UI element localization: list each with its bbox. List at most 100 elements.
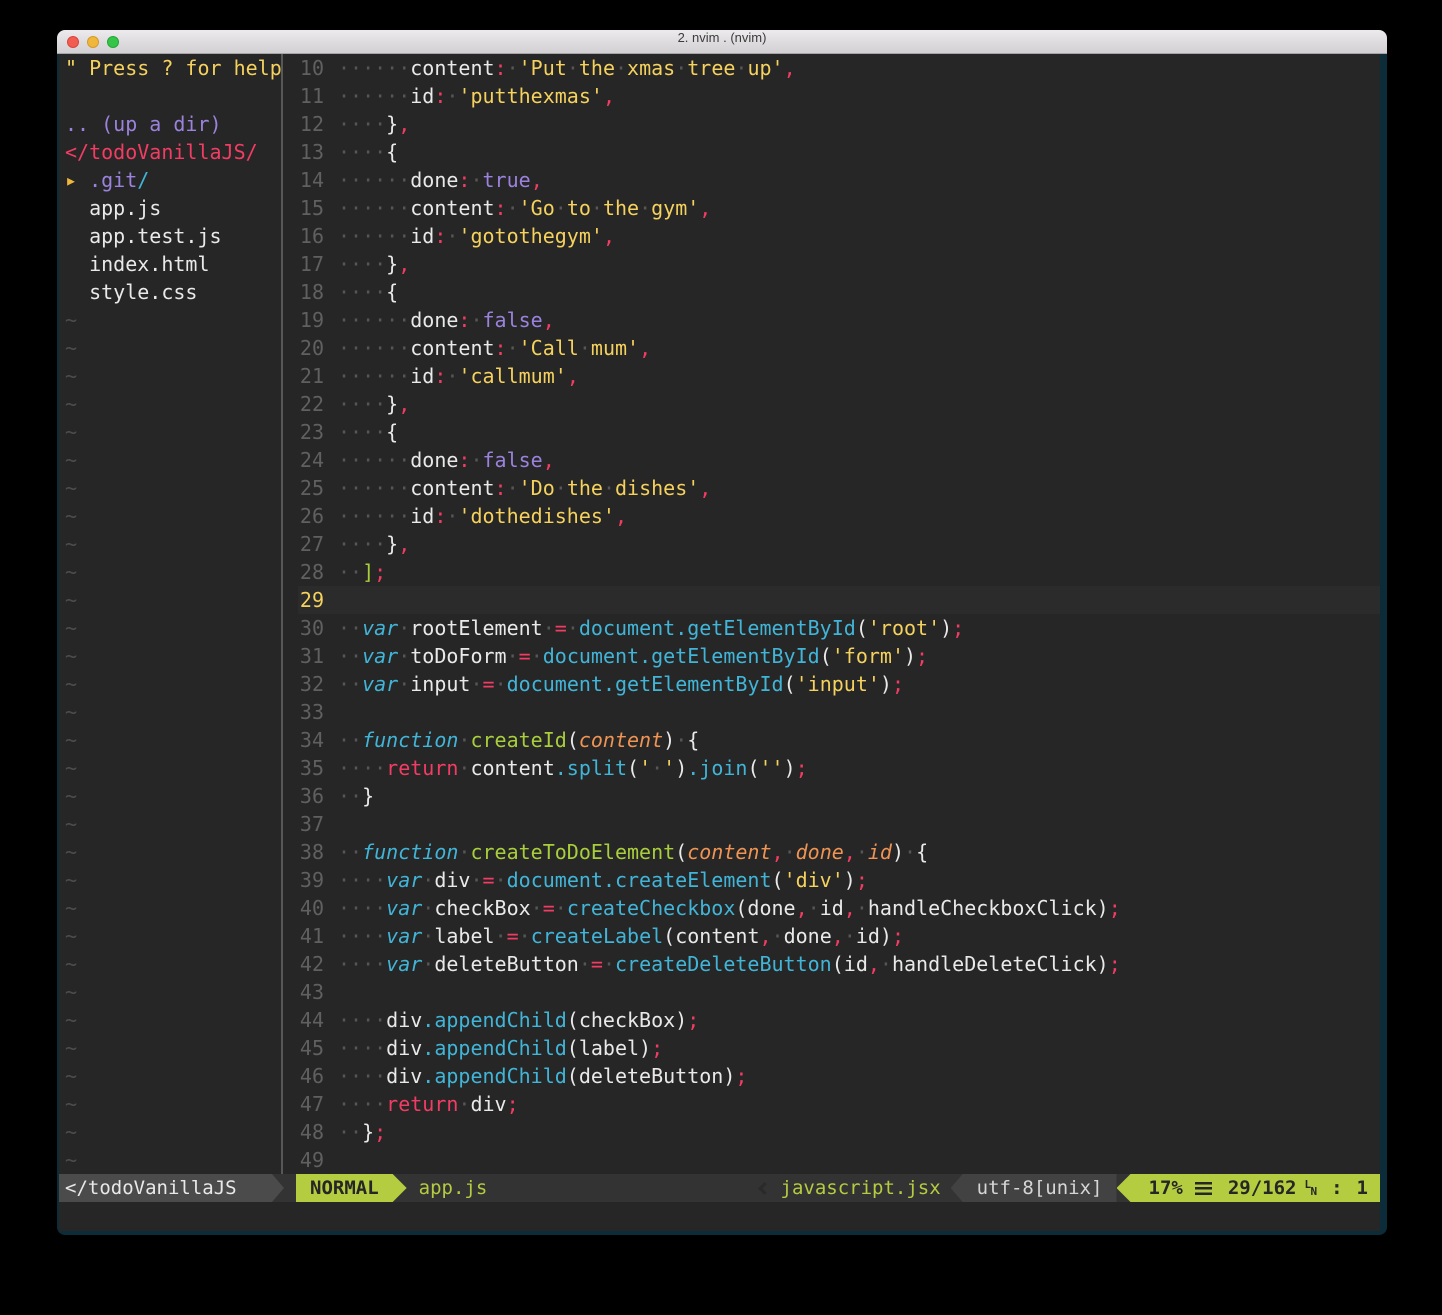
code-line[interactable]: 10······content:·'Put·the·xmas·tree·up', xyxy=(298,54,1380,82)
token-kw: var xyxy=(362,616,398,640)
line-text: ··]; xyxy=(338,558,386,586)
empty-line-tilde: ~ xyxy=(65,894,281,922)
token-ws: · xyxy=(458,1092,470,1116)
code-line[interactable]: 30··var·rootElement·=·document.getElemen… xyxy=(298,614,1380,642)
token-str: 'putthexmas' xyxy=(458,84,603,108)
token-pun: = xyxy=(519,644,531,668)
sidebar-file-style-css[interactable]: style.css xyxy=(65,278,281,306)
code-line[interactable]: 48··}; xyxy=(298,1118,1380,1146)
tilde-marker: ~ xyxy=(65,840,77,864)
sidebar-file-app-test-js[interactable]: app.test.js xyxy=(65,222,281,250)
token-ws: · xyxy=(735,56,747,80)
code-line[interactable]: 41····var·label·=·createLabel(content,·d… xyxy=(298,922,1380,950)
code-line[interactable]: 49 xyxy=(298,1146,1380,1174)
zoom-window-button[interactable] xyxy=(107,36,119,48)
code-line[interactable]: 14······done:·true, xyxy=(298,166,1380,194)
code-line[interactable]: 37 xyxy=(298,810,1380,838)
code-line[interactable]: 36··} xyxy=(298,782,1380,810)
window-titlebar[interactable]: 2. nvim . (nvim) xyxy=(57,30,1387,54)
token-ws: · xyxy=(507,56,519,80)
empty-line-tilde: ~ xyxy=(65,586,281,614)
editor-buffer[interactable]: 10······content:·'Put·the·xmas·tree·up',… xyxy=(283,54,1380,1174)
close-window-button[interactable] xyxy=(67,36,79,48)
sidebar-file-app-js[interactable]: app.js xyxy=(65,194,281,222)
token-ws: · xyxy=(458,728,470,752)
token-fg: ( xyxy=(627,756,639,780)
code-line[interactable]: 13····{ xyxy=(298,138,1380,166)
sidebar-file-index-html[interactable]: index.html xyxy=(65,250,281,278)
code-line[interactable]: 44····div.appendChild(checkBox); xyxy=(298,1006,1380,1034)
code-line[interactable]: 15······content:·'Go·to·the·gym', xyxy=(298,194,1380,222)
code-line[interactable]: 31··var·toDoForm·=·document.getElementBy… xyxy=(298,642,1380,670)
chevron-left-icon xyxy=(758,1182,771,1195)
token-fg: toDoForm xyxy=(410,644,506,668)
code-line[interactable]: 16······id:·'gotothegym', xyxy=(298,222,1380,250)
code-line[interactable]: 40····var·checkBox·=·createCheckbox(done… xyxy=(298,894,1380,922)
sidebar-dir-git[interactable]: ▸ .git/ xyxy=(65,166,281,194)
code-line[interactable]: 33 xyxy=(298,698,1380,726)
code-line[interactable]: 20······content:·'Call·mum', xyxy=(298,334,1380,362)
code-line[interactable]: 18····{ xyxy=(298,278,1380,306)
command-line[interactable] xyxy=(59,1202,1380,1231)
code-line[interactable]: 24······done:·false, xyxy=(298,446,1380,474)
token-ws: ···· xyxy=(338,952,386,976)
code-line[interactable]: 26······id:·'dothedishes', xyxy=(298,502,1380,530)
code-line[interactable]: 11······id:·'putthexmas', xyxy=(298,82,1380,110)
token-fg: } xyxy=(386,532,398,556)
token-str: to xyxy=(567,196,591,220)
token-fg: label xyxy=(434,924,494,948)
line-text: ······content:·'Put·the·xmas·tree·up', xyxy=(338,54,796,82)
token-str: up' xyxy=(747,56,783,80)
token-ws: · xyxy=(398,616,410,640)
line-text: ······content:·'Do·the·dishes', xyxy=(338,474,711,502)
token-fg: content xyxy=(410,336,494,360)
token-ws: · xyxy=(507,336,519,360)
empty-line-tilde: ~ xyxy=(65,838,281,866)
code-line-current[interactable]: 29 xyxy=(298,586,1380,614)
code-line[interactable]: 12····}, xyxy=(298,110,1380,138)
code-line[interactable]: 28··]; xyxy=(298,558,1380,586)
token-pun: , xyxy=(832,924,844,948)
token-fn: createToDoElement xyxy=(470,840,675,864)
token-fg: (id xyxy=(832,952,868,976)
file-explorer[interactable]: " Press ? for help.. (up a dir)</todoVan… xyxy=(59,54,283,1174)
code-line[interactable]: 43 xyxy=(298,978,1380,1006)
code-line[interactable]: 35····return·content.split('·').join('')… xyxy=(298,754,1380,782)
code-line[interactable]: 22····}, xyxy=(298,390,1380,418)
line-text: ······done:·true, xyxy=(338,166,543,194)
token-call: document.getElementById xyxy=(579,616,856,640)
statusline: </todoVanillaJS NORMAL app.js javascript… xyxy=(59,1174,1380,1202)
line-number: 36 xyxy=(298,782,324,810)
code-line[interactable]: 34··function·createId(content)·{ xyxy=(298,726,1380,754)
code-line[interactable]: 21······id:·'callmum', xyxy=(298,362,1380,390)
code-line[interactable]: 19······done:·false, xyxy=(298,306,1380,334)
sidebar-up-dir[interactable]: .. (up a dir) xyxy=(65,110,281,138)
token-ws: · xyxy=(531,644,543,668)
token-pun: ; xyxy=(892,924,904,948)
token-pun: , xyxy=(868,952,880,976)
line-text: ······id:·'dothedishes', xyxy=(338,502,627,530)
token-ws: · xyxy=(567,616,579,640)
token-fg: } xyxy=(386,392,398,416)
token-str: 'gotothegym' xyxy=(458,224,603,248)
code-line[interactable]: 17····}, xyxy=(298,250,1380,278)
line-text: ····div.appendChild(label); xyxy=(338,1034,663,1062)
code-line[interactable]: 32··var·input·=·document.getElementById(… xyxy=(298,670,1380,698)
code-line[interactable]: 23····{ xyxy=(298,418,1380,446)
code-line[interactable]: 27····}, xyxy=(298,530,1380,558)
token-ws: · xyxy=(470,672,482,696)
token-pun: , xyxy=(543,308,555,332)
code-line[interactable]: 38··function·createToDoElement(content,·… xyxy=(298,838,1380,866)
code-line[interactable]: 45····div.appendChild(label); xyxy=(298,1034,1380,1062)
code-line[interactable]: 42····var·deleteButton·=·createDeleteBut… xyxy=(298,950,1380,978)
code-line[interactable]: 39····var·div·=·document.createElement('… xyxy=(298,866,1380,894)
line-number: 34 xyxy=(298,726,324,754)
line-text: ····{ xyxy=(338,278,398,306)
code-line[interactable]: 25······content:·'Do·the·dishes', xyxy=(298,474,1380,502)
code-line[interactable]: 46····div.appendChild(deleteButton); xyxy=(298,1062,1380,1090)
token-fg: } xyxy=(362,784,374,808)
token-fg: div xyxy=(470,1092,506,1116)
code-line[interactable]: 47····return·div; xyxy=(298,1090,1380,1118)
minimize-window-button[interactable] xyxy=(87,36,99,48)
token-ws: ···· xyxy=(338,392,386,416)
